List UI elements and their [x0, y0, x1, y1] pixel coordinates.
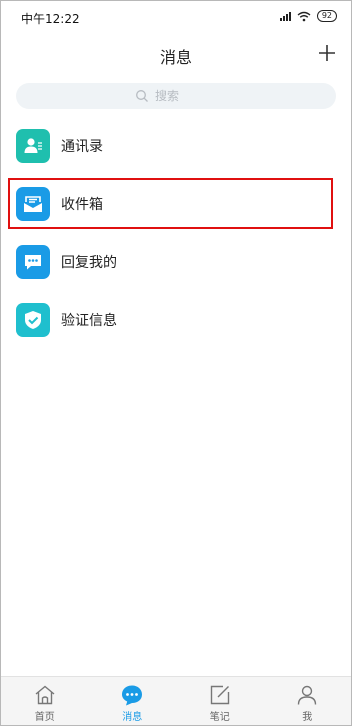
message-icon: [122, 685, 143, 706]
tab-home[interactable]: 首页: [1, 677, 89, 725]
highlight-box: [8, 178, 333, 229]
tab-notes[interactable]: 笔记: [176, 677, 264, 725]
menu-item-label: 回复我的: [61, 255, 117, 271]
menu-item-reply[interactable]: 回复我的: [1, 235, 351, 291]
signal-icon: [279, 11, 291, 21]
profile-icon: [298, 685, 317, 705]
search-bar[interactable]: [16, 83, 336, 109]
phone-screen: 中午12:22 92 消息 搜索 通讯录 收件箱 回复我的 验证信息 首页 消息…: [0, 0, 352, 726]
note-icon: [210, 685, 229, 705]
menu-item-label: 验证信息: [61, 313, 117, 329]
menu-item-label: 通讯录: [61, 139, 103, 155]
battery-indicator: 92: [316, 10, 337, 22]
tab-label: 消息: [122, 712, 143, 723]
tab-label: 我: [302, 712, 313, 723]
search-input[interactable]: [153, 88, 217, 104]
search-icon: [136, 90, 148, 102]
page-title: 消息: [159, 48, 192, 67]
tab-label: 笔记: [209, 712, 230, 723]
menu-item-contacts[interactable]: 通讯录: [1, 119, 351, 175]
add-button[interactable]: [315, 41, 339, 65]
status-time: 中午12:22: [21, 12, 80, 26]
tab-profile[interactable]: 我: [264, 677, 352, 725]
header: 消息: [1, 35, 351, 75]
tab-label: 首页: [34, 712, 55, 723]
reply-icon: [16, 245, 50, 279]
menu-item-verify[interactable]: 验证信息: [1, 293, 351, 349]
status-bar: 中午12:22 92: [1, 1, 351, 35]
bottom-tab-bar: 首页 消息 笔记 我: [1, 676, 351, 725]
wifi-icon: [297, 11, 311, 21]
verify-shield-icon: [16, 303, 50, 337]
contacts-icon: [16, 129, 50, 163]
status-icons: 92: [279, 10, 337, 22]
tab-messages[interactable]: 消息: [89, 677, 177, 725]
home-icon: [35, 685, 55, 705]
